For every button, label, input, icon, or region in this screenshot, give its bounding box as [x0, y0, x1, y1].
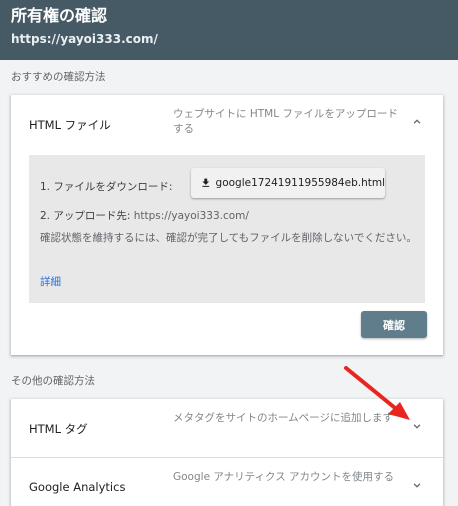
method-name: HTML タグ	[29, 422, 88, 436]
property-url: https://yayoi333.com/	[11, 32, 158, 46]
step-upload: 2. アップロード先: https://yayoi333.com/	[40, 208, 249, 223]
step-upload-label: 2. アップロード先:	[40, 210, 131, 222]
step-download-label: 1. ファイルをダウンロード:	[40, 181, 173, 193]
chevron-up-icon[interactable]	[410, 115, 424, 129]
method-description: Google アナリティクス アカウントを使用する	[173, 471, 395, 483]
chevron-down-icon[interactable]	[410, 478, 424, 492]
google-analytics-method-row[interactable]: Google Analytics Google アナリティクス アカウントを使用…	[11, 458, 443, 506]
download-icon	[202, 178, 210, 187]
confirm-button[interactable]: 確認	[361, 311, 427, 338]
recommended-section-label: おすすめの確認方法	[11, 71, 106, 83]
instructions-panel: 1. ファイルをダウンロード: google17241911955984eb.h…	[29, 155, 425, 303]
method-description: ウェブサイトに HTML ファイルをアップロードする	[173, 108, 398, 135]
download-file-button[interactable]: google17241911955984eb.html	[191, 168, 385, 198]
keep-file-note: 確認状態を維持するには、確認が完了してもファイルを削除しないでください。	[40, 232, 417, 244]
recommended-method-card: HTML ファイル ウェブサイトに HTML ファイルをアップロードする 1. …	[11, 95, 443, 355]
method-name: HTML ファイル	[29, 118, 111, 132]
page-title: 所有権の確認	[11, 6, 108, 25]
html-file-method-header[interactable]: HTML ファイル ウェブサイトに HTML ファイルをアップロードする	[11, 95, 443, 153]
page-header: 所有権の確認 https://yayoi333.com/	[0, 0, 458, 60]
download-filename: google17241911955984eb.html	[215, 177, 385, 189]
other-methods-section-label: その他の確認方法	[11, 375, 95, 387]
red-annotation-arrow-icon	[344, 366, 410, 420]
upload-url: https://yayoi333.com/	[133, 210, 249, 222]
method-name: Google Analytics	[29, 480, 126, 494]
details-link[interactable]: 詳細	[40, 274, 61, 289]
